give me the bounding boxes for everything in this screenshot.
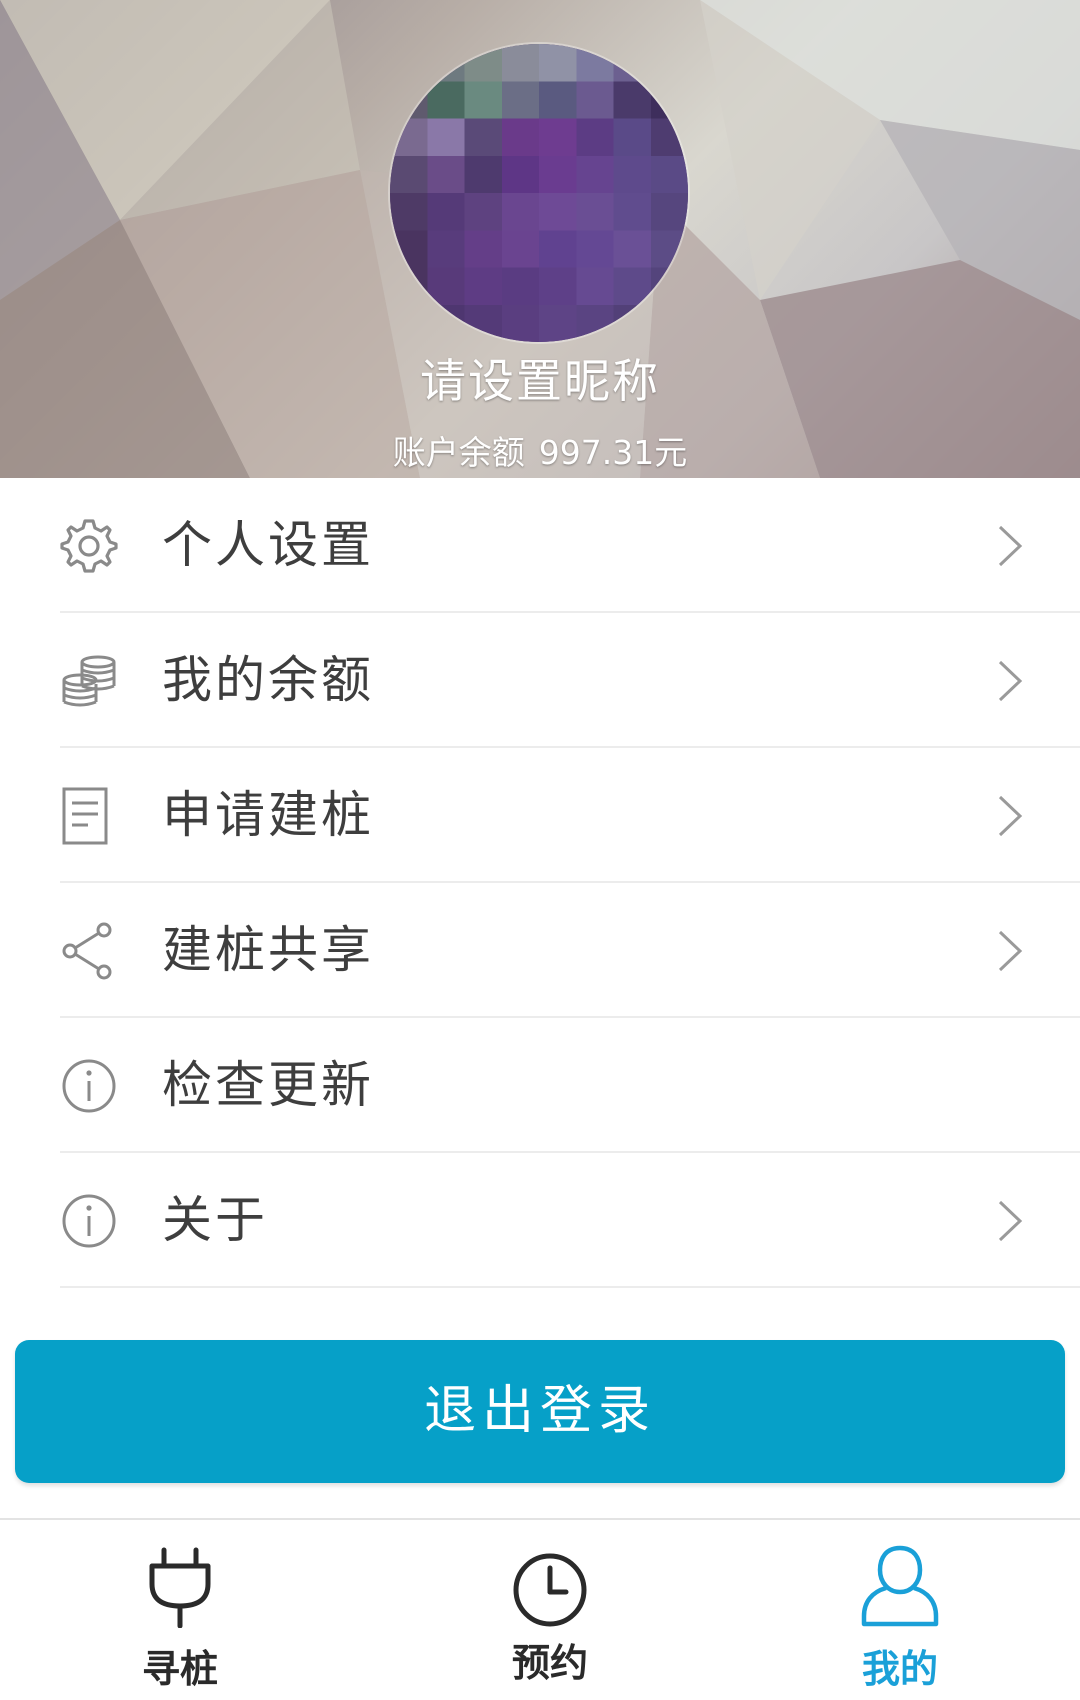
avatar-image: [390, 44, 688, 342]
menu-item-personal-settings[interactable]: 个人设置: [60, 478, 1080, 613]
chevron-right-icon: [998, 525, 1023, 567]
gear-icon: [60, 519, 118, 573]
menu-item-check-update[interactable]: 检查更新: [60, 1018, 1080, 1153]
menu-item-label: 关于: [162, 1191, 268, 1249]
user-icon: [861, 1545, 939, 1627]
tab-mine[interactable]: 我的: [790, 1520, 1010, 1700]
chevron-right-icon: [998, 660, 1023, 702]
info-icon: [62, 1059, 116, 1113]
menu-item-label: 申请建桩: [162, 786, 374, 844]
document-icon: [62, 787, 108, 845]
logout-button[interactable]: 退出登录: [15, 1340, 1065, 1483]
chevron-right-icon: [998, 795, 1023, 837]
menu-item-label: 个人设置: [162, 516, 374, 574]
menu-item-label: 我的余额: [162, 651, 374, 709]
menu-item-about[interactable]: 关于: [60, 1153, 1080, 1288]
chevron-right-icon: [998, 1200, 1023, 1242]
menu-item-label: 建桩共享: [162, 921, 374, 979]
profile-header: 请设置昵称 账户余额 997.31元: [0, 0, 1080, 478]
account-balance: 账户余额 997.31元: [0, 426, 1080, 474]
tab-label: 寻桩: [141, 1647, 218, 1691]
chevron-right-icon: [998, 930, 1023, 972]
plug-icon: [149, 1547, 211, 1628]
bottom-nav: 寻桩 预约 我的: [0, 1518, 1080, 1700]
share-icon: [62, 922, 112, 980]
menu-item-pile-sharing[interactable]: 建桩共享: [60, 883, 1080, 1018]
nickname[interactable]: 请设置昵称: [0, 345, 1080, 411]
settings-menu: 个人设置 我的余额 申请建桩 建桩共享 检查更新 关于: [0, 478, 1080, 1288]
balance-label: 账户余额: [392, 433, 525, 472]
balance-value: 997.31元: [538, 433, 688, 472]
tab-label: 预约: [511, 1641, 588, 1685]
menu-item-label: 检查更新: [162, 1056, 374, 1114]
clock-icon: [513, 1553, 587, 1627]
tab-label: 我的: [861, 1647, 938, 1691]
menu-item-apply-build-pile[interactable]: 申请建桩: [60, 748, 1080, 883]
menu-item-my-balance[interactable]: 我的余额: [60, 613, 1080, 748]
tab-find-pile[interactable]: 寻桩: [70, 1520, 290, 1700]
tab-reservation[interactable]: 预约: [440, 1520, 660, 1700]
info-icon: [62, 1194, 116, 1248]
profile-page: 请设置昵称 账户余额 997.31元 个人设置 我的余额 申请建桩 建桩共享 检…: [0, 0, 1080, 1700]
coins-icon: [62, 655, 116, 707]
avatar[interactable]: [390, 44, 688, 342]
